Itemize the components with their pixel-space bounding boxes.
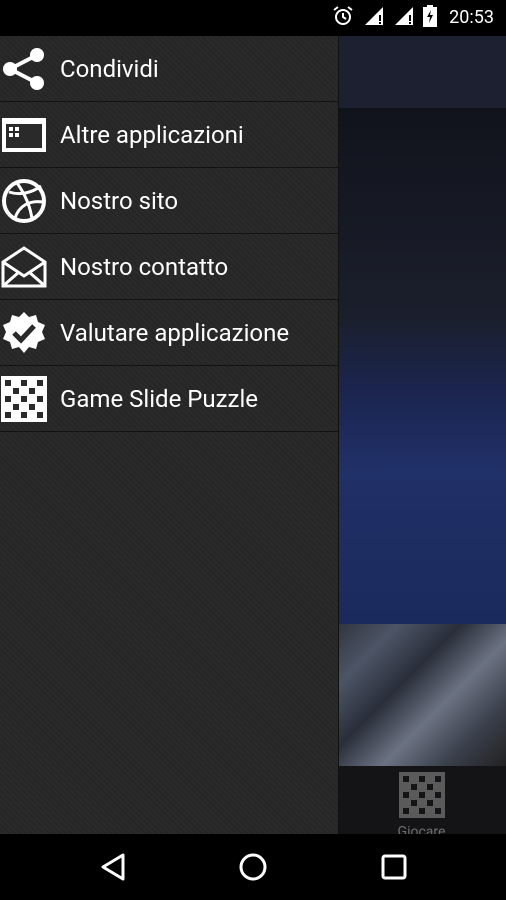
- flag-image: [337, 108, 506, 628]
- back-icon[interactable]: [97, 851, 129, 883]
- status-bar: 20:53: [0, 0, 506, 36]
- home-icon[interactable]: [237, 851, 269, 883]
- menu-item-label: Valutare applicazione: [60, 318, 290, 347]
- system-nav-bar: [0, 834, 506, 900]
- tab-play[interactable]: Giocare: [337, 766, 506, 840]
- battery-charging-icon: [423, 5, 438, 31]
- menu-item-label: Nostro contatto: [60, 252, 229, 281]
- main-content: Giocare: [337, 36, 506, 840]
- puzzle-grid-icon: [398, 772, 445, 822]
- signal-icon: [363, 5, 385, 31]
- status-icons: 20:53: [331, 4, 494, 32]
- share-icon: [0, 45, 48, 93]
- recents-icon[interactable]: [378, 851, 410, 883]
- menu-item-label: Game Slide Puzzle: [60, 384, 259, 413]
- menu-item-share[interactable]: Condividi: [0, 36, 338, 102]
- menu-item-rate-app[interactable]: Valutare applicazione: [0, 300, 338, 366]
- navigation-drawer: Condividi Altre applicazioni Nostro sito: [0, 36, 339, 834]
- apps-window-icon: [0, 111, 48, 159]
- menu-item-our-site[interactable]: Nostro sito: [0, 168, 338, 234]
- mail-open-icon: [0, 243, 48, 291]
- alarm-icon: [331, 4, 355, 32]
- puzzle-grid-icon: [0, 375, 48, 423]
- menu-item-slide-puzzle[interactable]: Game Slide Puzzle: [0, 366, 338, 432]
- menu-item-label: Condividi: [60, 54, 159, 83]
- signal-icon-2: [393, 5, 415, 31]
- check-badge-icon: [0, 309, 48, 357]
- crowd-image: [337, 624, 506, 766]
- menu-item-contact[interactable]: Nostro contatto: [0, 234, 338, 300]
- status-time: 20:53: [449, 7, 494, 28]
- menu-item-label: Altre applicazioni: [60, 120, 244, 149]
- menu-item-label: Nostro sito: [60, 186, 179, 215]
- dribbble-ball-icon: [0, 177, 48, 225]
- menu-item-other-apps[interactable]: Altre applicazioni: [0, 102, 338, 168]
